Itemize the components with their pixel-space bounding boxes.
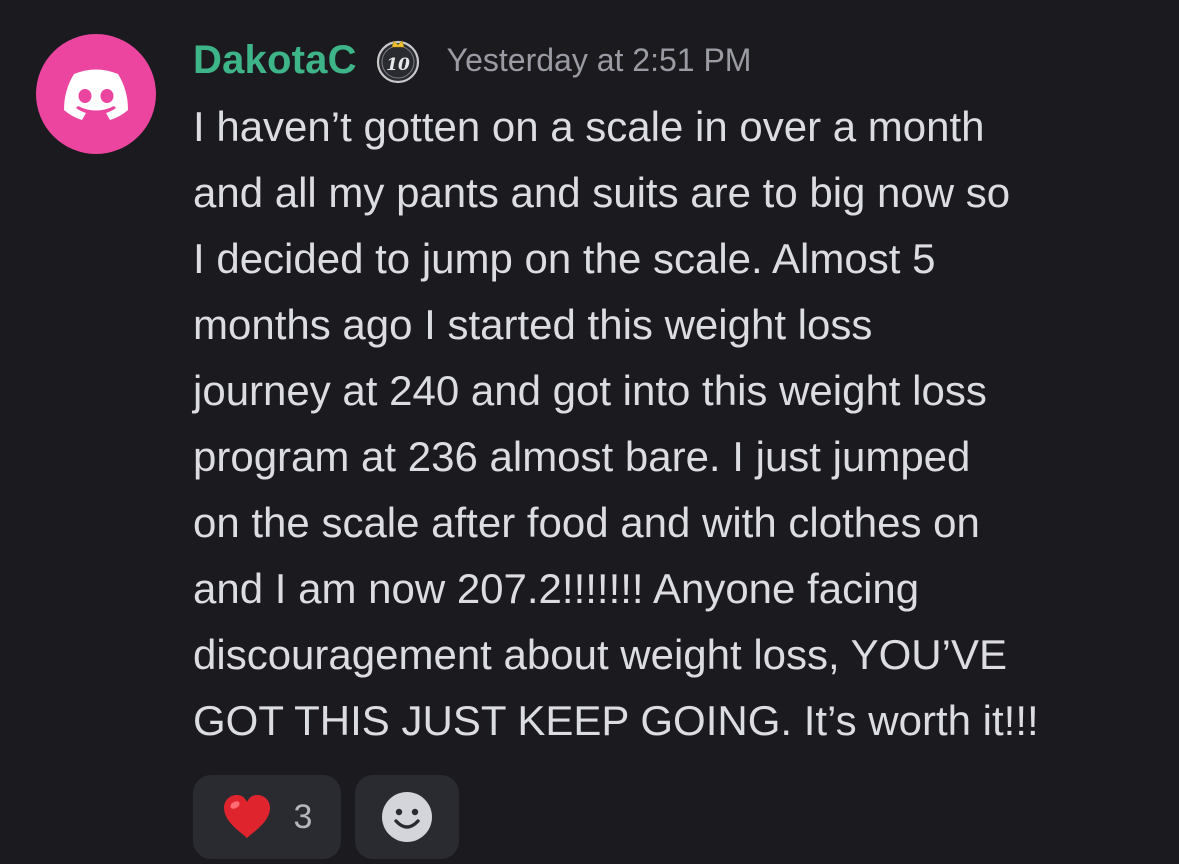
message-text-line: discouragement about weight loss, YOU’VE [193, 631, 1007, 678]
message-text-line: and I am now 207.2!!!!!!! Anyone facing [193, 565, 920, 612]
message-text-line: journey at 240 and got into this weight … [193, 367, 987, 414]
user-avatar[interactable] [36, 34, 156, 154]
message-text-line: and all my pants and suits are to big no… [193, 169, 1011, 216]
badge-level-text: 10 [386, 55, 410, 75]
message-text-line: program at 236 almost bare. I just jumpe… [193, 433, 971, 480]
message-text-line: months ago I started this weight loss [193, 301, 873, 348]
message-text-line: I haven’t gotten on a scale in over a mo… [193, 103, 985, 150]
message-text-line: on the scale after food and with clothes… [193, 499, 980, 546]
message-text-line: I decided to jump on the scale. Almost 5 [193, 235, 936, 282]
discord-logo-icon [64, 69, 128, 120]
reactions-bar: 3 [193, 775, 459, 859]
chat-message: DakotaC 10 Yesterday at 2:51 PM I haven’… [0, 0, 1179, 864]
message-content: I haven’t gotten on a scale in over a mo… [193, 94, 1168, 754]
message-text-line: GOT THIS JUST KEEP GOING. It’s worth it!… [193, 697, 1039, 744]
add-reaction-button[interactable] [355, 775, 459, 859]
message-header: DakotaC 10 Yesterday at 2:51 PM [193, 30, 751, 90]
username[interactable]: DakotaC [193, 38, 357, 83]
heart-emoji-icon [223, 795, 270, 838]
level-crown-badge-icon[interactable]: 10 [373, 35, 423, 85]
reaction-count: 3 [293, 797, 313, 836]
heart-reaction-button[interactable]: 3 [193, 775, 341, 859]
message-timestamp[interactable]: Yesterday at 2:51 PM [447, 42, 752, 79]
add-reaction-smiley-icon [382, 792, 432, 842]
